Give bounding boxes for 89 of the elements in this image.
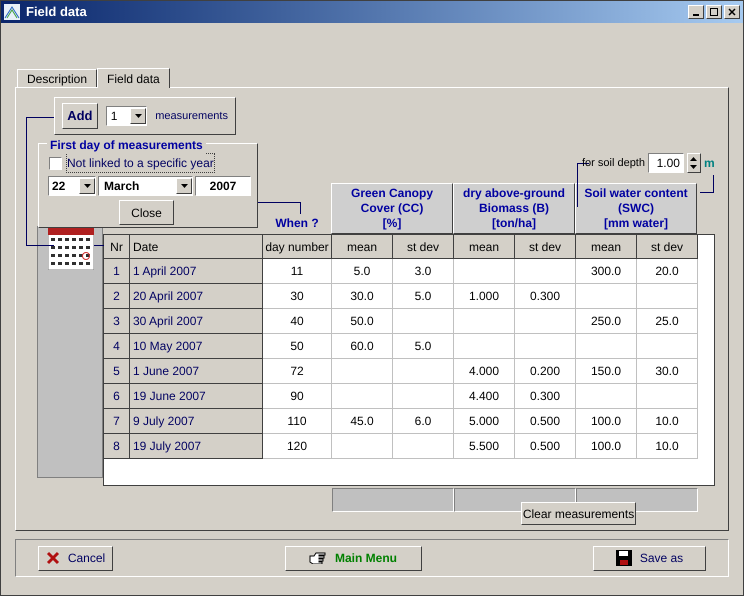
table-cell: 45.0 [332,409,393,434]
date-cell: 1 April 2007 [130,259,263,284]
table-cell: 5.000 [454,409,515,434]
table-cell: 5.0 [393,334,454,359]
date-cell: 9 July 2007 [130,409,263,434]
column-header: Nr [104,235,130,259]
table-cell: 50 [263,334,332,359]
column-header: mean [576,235,637,259]
table-cell: 110 [263,409,332,434]
date-cell: 10 May 2007 [130,334,263,359]
day-dropdown[interactable]: 22 [48,176,96,196]
dialog-button[interactable]: Cancel [38,546,113,570]
header-line: [ton/ha] [492,216,536,231]
table-cell: 30.0 [332,284,393,309]
dialog-button[interactable]: Save as [593,546,706,570]
column-header: mean [454,235,515,259]
table-cell: 0.300 [515,384,576,409]
soil-depth-label: for soil depth [582,156,645,171]
row-number: 3 [104,309,130,334]
column-header: mean [332,235,393,259]
header-line: [%] [382,216,402,231]
tab[interactable]: Description [17,69,98,87]
date-cell: 1 June 2007 [130,359,263,384]
table-cell: 0.200 [515,359,576,384]
unit-label: m [704,155,715,172]
table-cell: 72 [263,359,332,384]
date-cell: 30 April 2007 [130,309,263,334]
table-cell: 20.0 [637,259,698,284]
header-line: dry above-ground [462,186,565,201]
row-number: 7 [104,409,130,434]
table-cell: 1.000 [454,284,515,309]
row-number: 6 [104,384,130,409]
header-line: Green Canopy [350,186,434,201]
table-cell: 250.0 [576,309,637,334]
table-cell: 4.400 [454,384,515,409]
table-cell: 100.0 [576,434,637,459]
checkbox-label: Not linked to a specific year [66,153,215,173]
table-cell: 4.000 [454,359,515,384]
tab[interactable]: Field data [97,68,170,88]
header-line: Soil water content [584,186,688,201]
table-cell: 11 [263,259,332,284]
table-cell: 0.300 [515,284,576,309]
table-cell: 5.500 [454,434,515,459]
column-header: st dev [637,235,698,259]
close-button[interactable]: Close [119,200,174,225]
window-title: Field data [26,3,87,22]
table-cell: 10.0 [637,434,698,459]
measurements-label: measurements [155,108,228,124]
year-field[interactable]: 2007 [195,176,251,196]
table-cell: 0.500 [515,434,576,459]
header-line: Biomass (B) [478,201,549,216]
column-header: st dev [515,235,576,259]
row-number: 1 [104,259,130,284]
table-cell: 300.0 [576,259,637,284]
count-dropdown[interactable]: 1 [106,106,148,126]
table-cell: 5.0 [332,259,393,284]
row-number: 4 [104,334,130,359]
month-dropdown[interactable]: March [98,176,193,196]
table-cell: 50.0 [332,309,393,334]
table-cell: 30.0 [637,359,698,384]
table-cell: 100.0 [576,409,637,434]
add-button[interactable]: Add [62,103,98,129]
date-cell: 20 April 2007 [130,284,263,309]
table-cell: 3.0 [393,259,454,284]
table-cell: 120 [263,434,332,459]
header-line: Cover (CC) [360,201,424,216]
table-cell: 90 [263,384,332,409]
header-line: [mm water] [604,216,668,231]
table-cell: 30 [263,284,332,309]
when-label: When ? [275,215,319,232]
clear-measurements-button[interactable]: Clear measurements [521,502,636,525]
column-header: st dev [393,235,454,259]
table-cell: 150.0 [576,359,637,384]
table-cell: 0.500 [515,409,576,434]
date-cell: 19 June 2007 [130,384,263,409]
date-cell: 19 July 2007 [130,434,263,459]
row-number: 2 [104,284,130,309]
header-line: (SWC) [618,201,654,216]
row-number: 8 [104,434,130,459]
soil-depth-field[interactable]: 1.00 [648,153,684,173]
table-cell: 25.0 [637,309,698,334]
table-cell: 60.0 [332,334,393,359]
table-cell: 40 [263,309,332,334]
column-header: Date [130,235,263,259]
table-cell: 6.0 [393,409,454,434]
table-cell: 5.0 [393,284,454,309]
table-cell: 10.0 [637,409,698,434]
column-header: day number [263,235,332,259]
row-number: 5 [104,359,130,384]
